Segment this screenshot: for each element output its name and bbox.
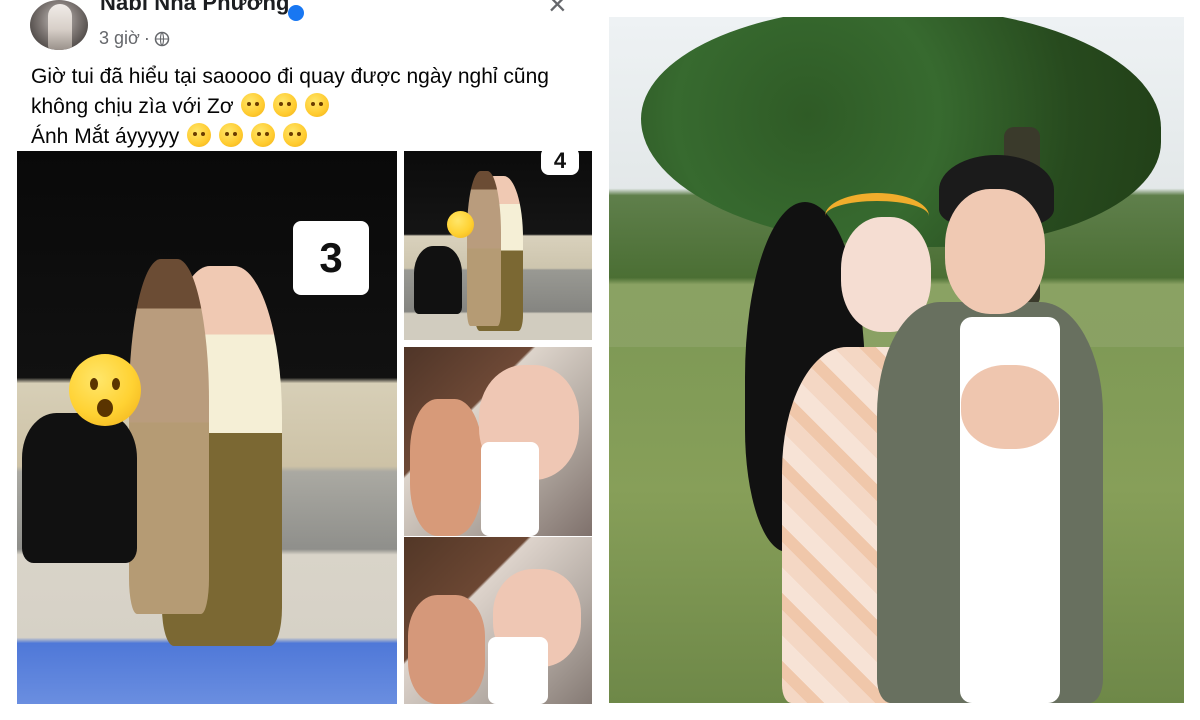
close-icon[interactable]: ×	[548, 0, 567, 20]
photo-tile-top[interactable]: 4	[404, 151, 592, 340]
face-emoji-icon	[250, 123, 275, 147]
facebook-post-card: Nabi Nhã Phương 3 giờ · × Giờ tui đã hiể…	[0, 0, 600, 720]
emoji-mouth	[97, 399, 113, 417]
face-emoji-icon	[218, 123, 243, 147]
yellow-headband	[825, 193, 929, 239]
caption-line-2-text: không chịu zìa với Zơ	[31, 95, 234, 118]
photo-main-stage[interactable]: 3	[17, 151, 397, 704]
selfie-face-left	[408, 595, 485, 704]
avatar-portrait	[48, 4, 72, 50]
globe-icon	[154, 31, 170, 46]
meta-separator: ·	[143, 28, 150, 48]
man-face	[945, 189, 1045, 314]
photo-tile-bottom[interactable]	[404, 537, 592, 704]
face-emoji-icon	[282, 123, 307, 147]
post-header: Nabi Nhã Phương 3 giờ · ×	[30, 0, 590, 58]
caption-emoji-group-2	[187, 122, 309, 152]
face-emoji-icon	[187, 123, 212, 147]
hidden-face-emoji	[447, 211, 474, 238]
verified-badge-icon	[288, 5, 304, 21]
author-name[interactable]: Nabi Nhã Phương	[100, 0, 290, 16]
tile-seated-figure	[414, 246, 462, 314]
selfie-shirt	[481, 442, 539, 536]
caption-emoji-group-1	[241, 92, 331, 122]
post-meta: 3 giờ ·	[99, 28, 170, 49]
selfie-shirt	[488, 637, 548, 704]
surprised-face-emoji	[69, 354, 141, 426]
seated-figure	[22, 413, 137, 563]
face-emoji-icon	[305, 93, 330, 117]
caption-line-2: không chịu zìa với Zơ	[31, 92, 591, 122]
photo-tile-middle[interactable]	[404, 347, 592, 536]
caption-line-1: Giờ tui đã hiểu tại saoooo đi quay được …	[31, 65, 549, 88]
couple-photo	[609, 17, 1184, 703]
holding-hands	[961, 365, 1059, 449]
tile-man-back	[467, 171, 501, 326]
photo-number-badge-4: 4	[541, 151, 579, 175]
author-avatar[interactable]	[30, 0, 88, 50]
face-emoji-icon	[241, 93, 266, 117]
selfie-face-left	[410, 399, 482, 536]
man-back-figure	[129, 259, 209, 614]
caption-line-3-text: Ánh Mắt áyyyyy	[31, 125, 180, 148]
post-media-grid: 3 4	[17, 151, 592, 704]
photo-number-badge-3: 3	[293, 221, 369, 295]
post-time[interactable]: 3 giờ	[99, 28, 140, 49]
caption-line-3: Ánh Mắt áyyyyy	[31, 122, 591, 152]
post-caption: Giờ tui đã hiểu tại saoooo đi quay được …	[31, 62, 591, 152]
face-emoji-icon	[273, 93, 298, 117]
